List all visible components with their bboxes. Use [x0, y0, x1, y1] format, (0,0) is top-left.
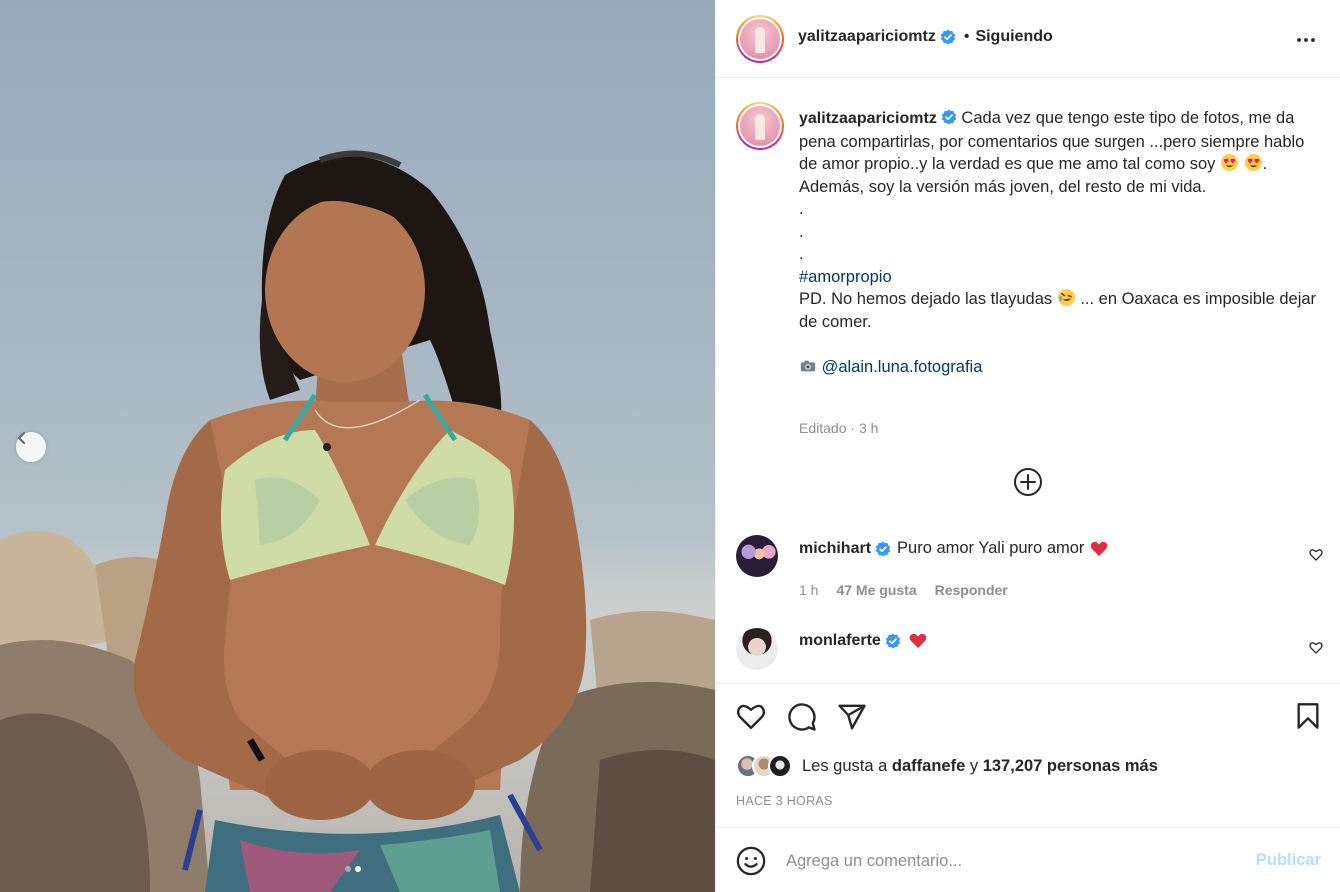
post-actions: Les gusta a daffanefe y 137,207 personas… — [716, 683, 1340, 827]
post-photo[interactable] — [0, 0, 715, 892]
comment-text: Puro amor Yali puro amor — [897, 539, 1085, 557]
post-caption: yalitzaapariciomtz Cada vez que tengo es… — [799, 107, 1319, 378]
bookmark-icon — [1297, 703, 1319, 729]
save-button[interactable] — [1295, 702, 1321, 735]
heart-outline-icon — [1309, 642, 1323, 654]
post-details-panel: yalitzaapariciomtz • Siguiendo yalitzaap… — [715, 0, 1340, 892]
comment-composer: Publicar — [716, 827, 1340, 892]
photo-illustration — [0, 150, 715, 892]
carousel-dot — [345, 866, 351, 872]
verified-badge-icon — [940, 29, 956, 45]
carousel-dot-active — [355, 866, 361, 872]
following-button[interactable]: Siguiendo — [975, 28, 1052, 46]
caption-username[interactable]: yalitzaapariciomtz — [799, 110, 937, 127]
likes-count-link[interactable]: 137,207 personas más — [983, 757, 1158, 775]
caption-time: 3 h — [858, 420, 879, 436]
caption-avatar[interactable] — [736, 102, 784, 150]
comment-meta: 1 h 47 Me gusta Responder — [799, 582, 1008, 598]
post-timestamp: HACE 3 HORAS — [736, 794, 833, 808]
author-info: yalitzaapariciomtz • Siguiendo — [798, 28, 1053, 46]
comment-button[interactable] — [787, 702, 817, 737]
author-username[interactable]: yalitzaapariciomtz — [798, 28, 936, 46]
comment-avatar[interactable] — [736, 628, 778, 670]
photographer-mention-link[interactable]: @alain.luna.fotografia — [822, 358, 983, 376]
send-icon — [838, 704, 866, 730]
comment-like-button[interactable] — [1309, 641, 1323, 659]
caption-dot: . — [799, 245, 804, 263]
liker-username-link[interactable]: daffanefe — [892, 757, 965, 775]
caption-dot: . — [799, 222, 804, 241]
likes-summary: Les gusta a daffanefe y 137,207 personas… — [736, 754, 1158, 778]
caption-dot: . — [799, 200, 804, 218]
comment-time: 1 h — [799, 582, 819, 598]
verified-badge-icon — [941, 109, 957, 125]
like-button[interactable] — [736, 702, 766, 735]
comment-username[interactable]: monlaferte — [799, 632, 881, 650]
post-header: yalitzaapariciomtz • Siguiendo — [716, 0, 1340, 78]
publish-button[interactable]: Publicar — [1256, 851, 1321, 870]
rofl-emoji-icon — [1057, 288, 1075, 307]
red-heart-emoji-icon — [1091, 541, 1108, 556]
heart-icon — [736, 704, 766, 730]
plus-circle-icon — [1014, 468, 1042, 496]
emoji-picker-button[interactable] — [736, 846, 766, 881]
caption-line-2: Además, soy la versión más joven, del re… — [799, 177, 1207, 196]
heart-eyes-emoji-icon — [1244, 153, 1262, 172]
load-more-comments-button[interactable] — [1013, 467, 1043, 502]
header-separator: • — [963, 28, 970, 45]
likes-prefix: Les gusta a — [802, 756, 888, 775]
hashtag-link[interactable]: #amorpropio — [799, 268, 892, 286]
comment-input[interactable] — [786, 846, 1226, 876]
liker-avatar[interactable] — [768, 754, 792, 778]
comment-avatar[interactable] — [736, 535, 778, 577]
verified-badge-icon — [885, 633, 900, 649]
carousel-indicator — [345, 866, 361, 872]
edited-label: Editado — [799, 420, 847, 436]
chevron-left-icon — [17, 432, 26, 444]
camera-emoji-icon — [800, 360, 816, 371]
comment-body: michihart Puro amor Yali puro amor — [799, 539, 1108, 558]
heart-eyes-emoji-icon — [1220, 153, 1239, 172]
meta-separator: · — [850, 420, 856, 436]
comment-like-button[interactable] — [1309, 548, 1323, 566]
author-avatar[interactable] — [736, 15, 784, 63]
emoji-smile-icon — [736, 846, 766, 876]
more-options-icon — [1297, 38, 1315, 42]
more-options-button[interactable] — [1296, 30, 1316, 55]
likes-text: Les gusta a daffanefe y 137,207 personas… — [802, 757, 1158, 776]
red-heart-emoji-icon — [909, 633, 927, 648]
comment-likes-link[interactable]: 47 Me gusta — [836, 582, 916, 598]
caption-meta: Editado · 3 h — [799, 420, 878, 436]
verified-badge-icon — [875, 541, 891, 556]
caption-line-1-end: . — [1262, 155, 1268, 173]
caption-line-3a: PD. No hemos dejado las tlayudas — [799, 290, 1053, 308]
share-button[interactable] — [837, 702, 867, 737]
reply-button[interactable]: Responder — [935, 582, 1008, 598]
heart-outline-icon — [1309, 549, 1323, 561]
comment-username[interactable]: michihart — [799, 540, 871, 558]
previous-photo-button[interactable] — [16, 432, 46, 462]
likes-connector: y — [969, 756, 979, 775]
comment-icon — [788, 703, 816, 731]
comment-body: monlaferte — [799, 632, 927, 650]
